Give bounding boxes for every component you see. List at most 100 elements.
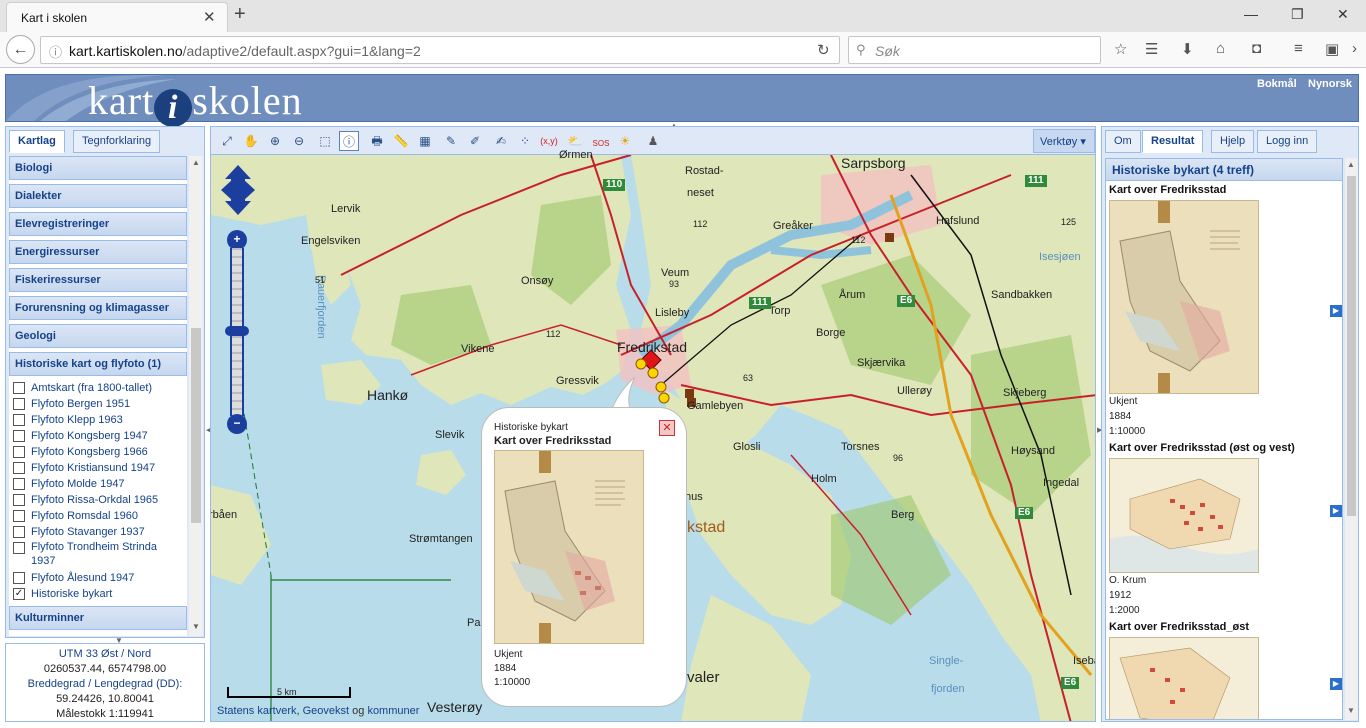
layer-category[interactable]: Kulturminner (9, 606, 187, 630)
layer-item[interactable]: Flyfoto Kristiansund 1947 (9, 460, 187, 476)
zoom-minus-icon[interactable]: − (227, 414, 247, 434)
checkbox[interactable] (13, 572, 25, 584)
checkbox[interactable] (13, 526, 25, 538)
info-tool-icon[interactable]: ⓘ (339, 131, 359, 151)
layer-item[interactable]: Flyfoto Klepp 1963 (9, 412, 187, 428)
credit-kartverk-link[interactable]: Statens kartverk (217, 705, 296, 717)
measure-line-icon[interactable]: 📏 (391, 131, 411, 151)
layer-category[interactable]: Dialekter (9, 184, 187, 208)
tab-tegnforklaring[interactable]: Tegnforklaring (73, 130, 161, 153)
zoom-handle[interactable] (225, 326, 249, 336)
tab-resultat[interactable]: Resultat (1142, 130, 1204, 153)
pocket-icon[interactable]: ◘ (1252, 40, 1261, 57)
new-tab-icon[interactable]: + (234, 3, 246, 26)
person-icon[interactable]: ♟ (643, 131, 663, 151)
layers-scrollbar[interactable]: ▲ ▼ (189, 156, 203, 636)
close-tab-icon[interactable]: ✕ (203, 8, 216, 26)
layer-item[interactable]: Flyfoto Stavanger 1937 (9, 524, 187, 540)
edit-icon[interactable]: ✍ (491, 131, 511, 151)
layer-item[interactable]: Flyfoto Trondheim Strinda 1937 (9, 540, 187, 570)
tab-hjelp[interactable]: Hjelp (1211, 130, 1255, 153)
checkbox[interactable] (13, 542, 25, 554)
tab-kartlag[interactable]: Kartlag (9, 130, 65, 153)
popup-map-thumbnail[interactable] (494, 450, 644, 644)
checkbox[interactable] (13, 462, 25, 474)
sos-tool[interactable]: SOS (591, 131, 611, 151)
measure-area-icon[interactable]: ▦ (415, 131, 435, 151)
result-arrow-icon[interactable]: ▶ (1330, 505, 1342, 517)
result-title[interactable]: Kart over Fredriksstad (1106, 181, 1342, 196)
result-title[interactable]: Kart over Fredriksstad (øst og vest) (1106, 439, 1342, 454)
credit-geovekst-link[interactable]: Geovekst (303, 705, 349, 717)
map-canvas[interactable]: Sarpsborg Fredrikstad Rostad- neset Ørme… (211, 149, 1095, 721)
reload-icon[interactable]: ↻ (817, 41, 830, 59)
zoom-plus-icon[interactable]: + (227, 230, 247, 250)
layer-category[interactable]: Biologi (9, 156, 187, 180)
layer-item[interactable]: Flyfoto Molde 1947 (9, 476, 187, 492)
layer-category[interactable]: Geologi (9, 324, 187, 348)
result-thumbnail[interactable] (1109, 458, 1259, 573)
extension-icon[interactable]: ▣ (1325, 40, 1339, 58)
zoom-out-icon[interactable]: ⊖ (289, 131, 309, 151)
menu-icon[interactable]: ≡ (1294, 40, 1303, 57)
minimize-icon[interactable]: — (1244, 6, 1258, 22)
draw-pen-icon[interactable]: ✐ (465, 131, 485, 151)
browser-tab[interactable]: Kart i skolen ✕ (6, 2, 228, 32)
checkbox[interactable] (13, 414, 25, 426)
checkbox[interactable] (13, 382, 25, 394)
sun-cloud-icon[interactable]: ⛅ (565, 131, 585, 151)
checkbox[interactable] (13, 398, 25, 410)
lang-nynorsk-link[interactable]: Nynorsk (1308, 78, 1352, 90)
download-icon[interactable]: ⬇ (1181, 40, 1194, 58)
result-arrow-icon[interactable]: ▶ (1330, 305, 1342, 317)
results-scrollbar[interactable]: ▲ ▼ (1345, 158, 1358, 720)
layer-item[interactable]: Flyfoto Romsdal 1960 (9, 508, 187, 524)
search-input[interactable]: ⚲ Søk (848, 36, 1101, 64)
credit-kommuner-link[interactable]: kommuner (367, 705, 419, 717)
checkbox[interactable] (13, 510, 25, 522)
lang-bokmal-link[interactable]: Bokmål (1257, 78, 1297, 90)
layer-category[interactable]: Fiskeriressurser (9, 268, 187, 292)
pan-hand-icon[interactable]: ✋ (241, 131, 261, 151)
layer-item[interactable]: ✓ Historiske bykart (9, 586, 187, 602)
url-bar[interactable]: ⓘ kart.kartiskolen.no/adaptive2/default.… (40, 36, 840, 64)
layer-category[interactable]: Historiske kart og flyfoto (1) (9, 352, 187, 376)
back-icon[interactable]: ← (6, 35, 35, 64)
xy-tool[interactable]: (x,y) (539, 131, 559, 151)
result-item[interactable]: Kart over Fredriksstad ▶ Ukjent 1884 1:1… (1106, 181, 1342, 439)
checkbox-checked[interactable]: ✓ (13, 588, 25, 600)
checkbox[interactable] (13, 430, 25, 442)
pan-control[interactable] (219, 163, 257, 217)
layer-item[interactable]: Flyfoto Ålesund 1947 (9, 570, 187, 586)
print-icon[interactable]: 🖶 (367, 131, 387, 151)
popup-close-icon[interactable]: ✕ (659, 420, 675, 436)
result-thumbnail[interactable] (1109, 200, 1259, 394)
overflow-icon[interactable]: › (1352, 40, 1357, 57)
reader-list-icon[interactable]: ☰ (1145, 40, 1158, 58)
layer-item[interactable]: Flyfoto Bergen 1951 (9, 396, 187, 412)
layer-item[interactable]: Amtskart (fra 1800-tallet) (9, 380, 187, 396)
result-item[interactable]: Kart over Fredriksstad (øst og vest) ▶ O… (1106, 439, 1342, 618)
zoom-slider[interactable]: + − (225, 230, 249, 435)
checkbox[interactable] (13, 446, 25, 458)
layer-category[interactable]: Elevregistreringer (9, 212, 187, 236)
layer-item[interactable]: Flyfoto Kongsberg 1966 (9, 444, 187, 460)
app-logo[interactable]: kart i skolen (88, 77, 303, 127)
zoom-in-icon[interactable]: ⊕ (265, 131, 285, 151)
tab-om[interactable]: Om (1105, 130, 1141, 153)
draw-line-icon[interactable]: ✎ (441, 131, 461, 151)
result-item[interactable]: Kart over Fredriksstad_øst ▶ (1106, 618, 1342, 719)
layer-item[interactable]: Flyfoto Rissa-Orkdal 1965 (9, 492, 187, 508)
layer-item[interactable]: Flyfoto Kongsberg 1947 (9, 428, 187, 444)
restore-icon[interactable]: ❐ (1291, 6, 1304, 23)
bookmark-star-icon[interactable]: ☆ (1114, 40, 1127, 58)
sunrise-icon[interactable]: ☀ (615, 131, 635, 151)
verktoy-menu[interactable]: Verktøy ▾ (1033, 129, 1095, 153)
tab-logg-inn[interactable]: Logg inn (1257, 130, 1318, 153)
home-icon[interactable]: ⌂ (1216, 40, 1225, 57)
result-thumbnail[interactable] (1109, 637, 1259, 719)
layer-category[interactable]: Energiressurser (9, 240, 187, 264)
full-extent-icon[interactable]: ⤢ (217, 131, 237, 151)
layer-category[interactable]: Forurensning og klimagasser (9, 296, 187, 320)
close-window-icon[interactable]: ✕ (1337, 6, 1349, 23)
